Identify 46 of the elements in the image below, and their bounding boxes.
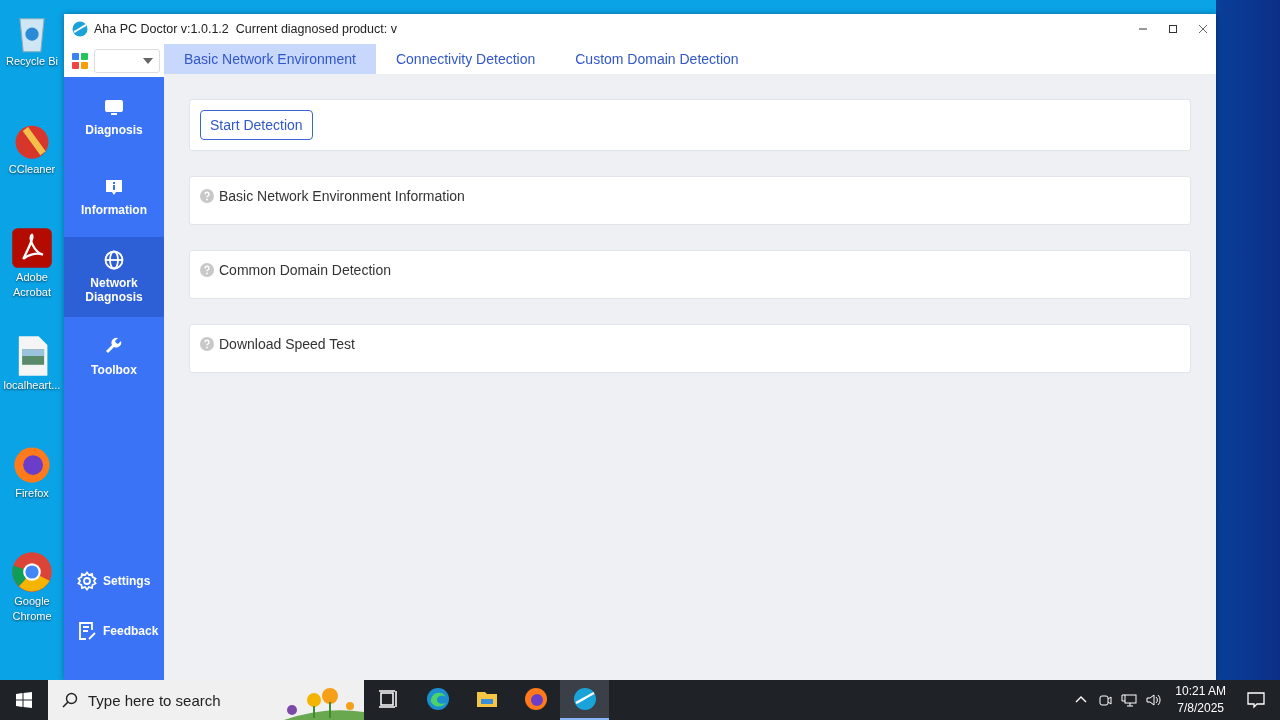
maximize-icon[interactable] xyxy=(1168,24,1178,34)
app-icon[interactable] xyxy=(10,226,54,270)
close-icon[interactable] xyxy=(1198,24,1208,34)
speaker-icon[interactable] xyxy=(1145,692,1162,708)
apps-icon xyxy=(72,52,88,69)
network-icon[interactable] xyxy=(1121,692,1138,708)
section-title: Download Speed Test xyxy=(219,336,355,352)
camera-icon[interactable] xyxy=(1097,692,1114,708)
icon-label: Recycle Bi xyxy=(5,54,59,69)
note-icon xyxy=(77,621,97,641)
sidebar-item[interactable]: Toolbox xyxy=(64,317,164,397)
settings-icon xyxy=(77,571,97,591)
monitor-icon xyxy=(104,97,124,117)
help-icon xyxy=(200,189,214,203)
help-icon xyxy=(200,263,214,277)
icon-label: Firefox xyxy=(14,486,50,501)
start-detection-button[interactable]: Start Detection xyxy=(200,110,313,140)
taskbar-app[interactable] xyxy=(560,680,609,720)
sidebar-item[interactable]: Network Diagnosis xyxy=(64,237,164,317)
tab[interactable]: Basic Network Environment xyxy=(164,44,376,74)
sidebar-item[interactable]: Diagnosis xyxy=(64,77,164,157)
clock[interactable]: 10:21 AM 7/8/2025 xyxy=(1175,683,1226,717)
notification-icon[interactable] xyxy=(1246,690,1266,710)
app-icon[interactable] xyxy=(10,550,54,594)
icon-label: Adobe Acrobat xyxy=(12,270,52,300)
sidebar-link[interactable]: Feedback xyxy=(64,606,164,656)
info-icon xyxy=(104,177,124,197)
browser-icon xyxy=(523,687,548,711)
browser-icon xyxy=(425,687,450,711)
search-field[interactable]: Type here to search xyxy=(48,680,364,720)
help-icon xyxy=(200,337,214,351)
section-title: Common Domain Detection xyxy=(219,262,391,278)
sidebar-item[interactable]: Information xyxy=(64,157,164,237)
tab[interactable]: Custom Domain Detection xyxy=(555,44,759,74)
icon-label: Google Chrome xyxy=(11,594,53,624)
app-logo-icon xyxy=(72,21,88,37)
icon-label: localheart... xyxy=(2,378,62,393)
section-title: Basic Network Environment Information xyxy=(219,188,465,204)
globe-icon xyxy=(104,250,124,270)
icon-label: CCleaner xyxy=(7,162,57,177)
app-logo-icon xyxy=(572,687,597,711)
window-title: Aha PC Doctor v:1.0.1.2 Current diagnosed product: v xyxy=(94,22,397,36)
tab[interactable]: Connectivity Detection xyxy=(375,44,556,74)
sidebar-link[interactable]: Settings xyxy=(64,556,164,606)
caret-icon xyxy=(143,57,153,64)
start-icon[interactable] xyxy=(16,692,32,708)
